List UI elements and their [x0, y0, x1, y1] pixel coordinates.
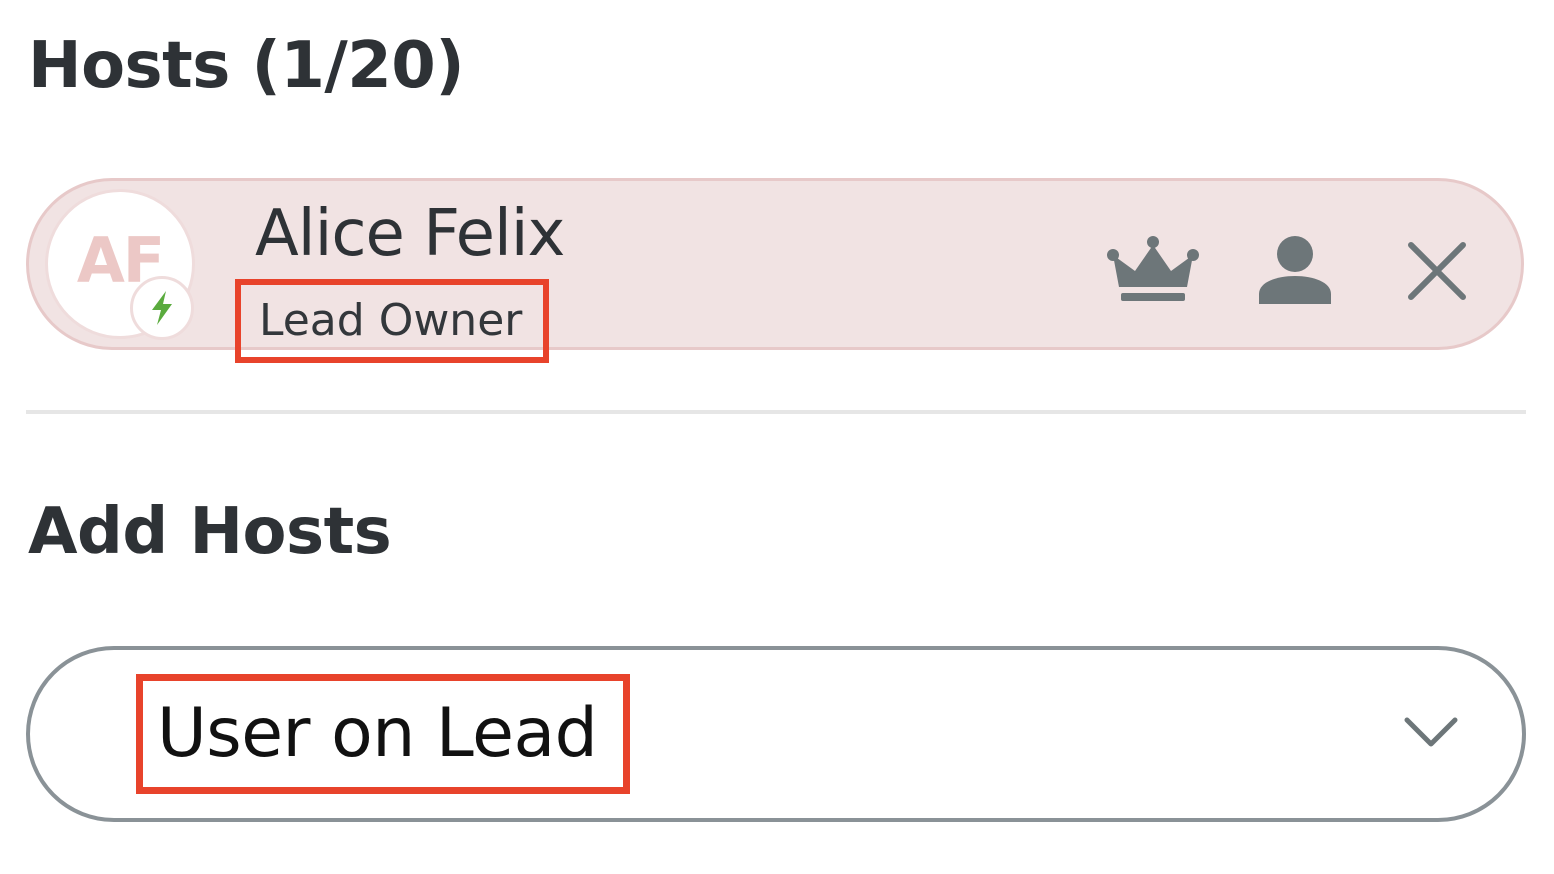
host-name: Alice Felix: [255, 197, 565, 271]
person-icon: [1259, 236, 1331, 304]
make-lead-host-button[interactable]: [1103, 231, 1203, 311]
hosts-section-title: Hosts (1/20): [28, 29, 465, 103]
host-card: AF Alice Felix Lead Owner: [26, 178, 1524, 363]
crown-icon: [1107, 236, 1199, 301]
host-role-highlight: Lead Owner: [235, 279, 549, 363]
chevron-down-icon[interactable]: [1396, 708, 1466, 758]
hosts-panel: Hosts (1/20) AF Alice Felix Lead Owner A…: [0, 0, 1554, 874]
divider: [26, 410, 1526, 414]
lightning-bolt-icon: [130, 276, 194, 340]
select-value-highlight: User on Lead: [136, 674, 630, 794]
add-hosts-section-title: Add Hosts: [28, 495, 392, 569]
host-user-button[interactable]: [1245, 231, 1345, 311]
select-value: User on Lead: [157, 694, 598, 773]
host-role: Lead Owner: [259, 295, 523, 346]
close-icon: [1408, 242, 1466, 300]
host-type-select[interactable]: User on Lead: [26, 646, 1526, 822]
remove-host-button[interactable]: [1387, 231, 1487, 311]
